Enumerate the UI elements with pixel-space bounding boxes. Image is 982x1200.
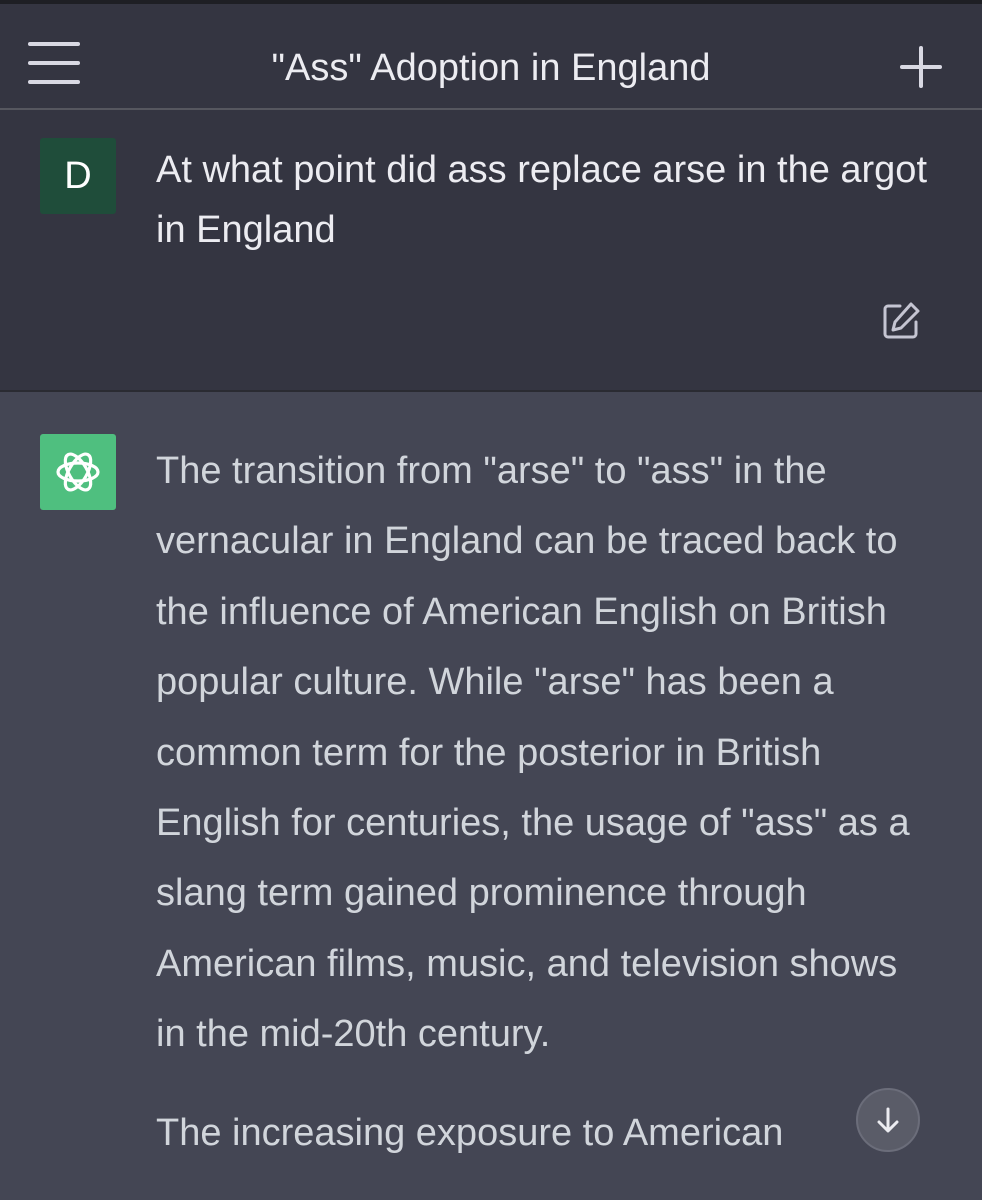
assistant-paragraph: The transition from "arse" to "ass" in t… xyxy=(156,450,910,1056)
user-message: D At what point did ass replace arse in … xyxy=(0,110,982,392)
assistant-paragraph: The increasing exposure to American xyxy=(156,1111,784,1154)
page-title: "Ass" Adoption in England xyxy=(271,47,711,89)
scroll-to-bottom-button[interactable] xyxy=(856,1088,920,1152)
arrow-down-icon xyxy=(877,1107,899,1133)
assistant-message-text: The transition from "arse" to "ass" in t… xyxy=(156,436,926,1196)
user-message-text: At what point did ass replace arse in th… xyxy=(156,149,928,251)
assistant-avatar xyxy=(40,434,116,510)
openai-logo-icon xyxy=(56,452,100,492)
plus-icon xyxy=(900,46,942,88)
new-chat-button[interactable] xyxy=(898,44,944,90)
user-avatar: D xyxy=(40,138,116,214)
assistant-message: The transition from "arse" to "ass" in t… xyxy=(0,392,982,1200)
top-bar: "Ass" Adoption in England xyxy=(0,0,982,110)
edit-message-button[interactable] xyxy=(880,300,922,342)
edit-icon xyxy=(883,302,920,339)
